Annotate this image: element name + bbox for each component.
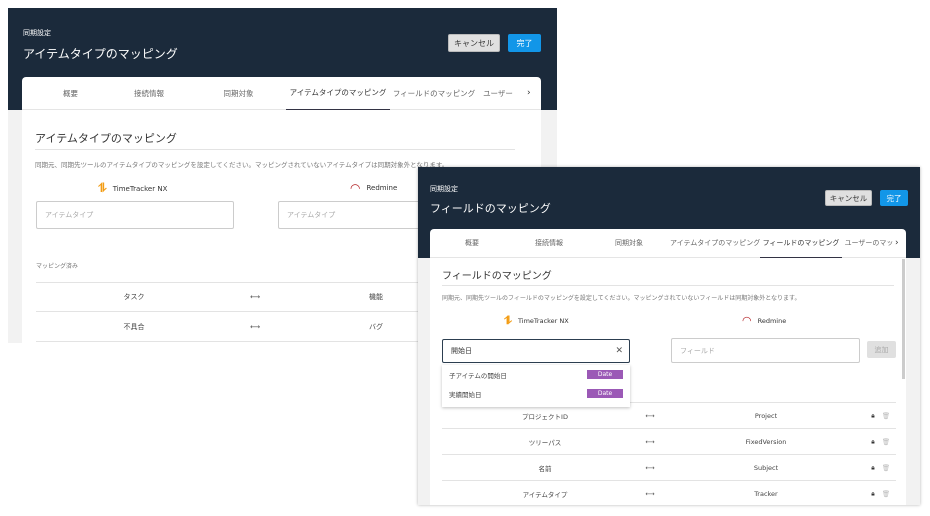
- redmine-logo-icon: ◠: [742, 314, 752, 327]
- description: 同期元、同期先ツールのフィールドのマッピングを設定してください。マッピングされて…: [442, 295, 801, 302]
- timetracker-logo-icon: ⥮: [504, 314, 512, 327]
- breadcrumb: 同期設定: [430, 185, 458, 193]
- suggestion-item[interactable]: 実績開始日: [449, 389, 482, 399]
- source-field: アイテムタイプ: [522, 490, 568, 499]
- add-button[interactable]: 追加: [867, 341, 896, 358]
- source-type: 不具合: [123, 322, 145, 331]
- lock-icon: 🔒︎: [871, 437, 875, 445]
- tab-field-mapping[interactable]: フィールドのマッピング: [760, 229, 842, 258]
- tab-user-mapping[interactable]: ユーザー: [478, 77, 518, 110]
- source-field: 名前: [538, 464, 552, 473]
- clear-icon[interactable]: ✕: [615, 346, 623, 356]
- lock-icon: 🔒︎: [871, 411, 875, 419]
- tab-overview[interactable]: 概要: [34, 77, 107, 110]
- source-field-input[interactable]: 開始日 ✕: [442, 339, 630, 363]
- trash-icon[interactable]: 🗑︎: [882, 412, 890, 420]
- source-tool: ⥮ TimeTracker NX: [98, 181, 167, 196]
- section-title: アイテムタイプのマッピング: [35, 132, 177, 145]
- tab-overview[interactable]: 概要: [434, 229, 510, 258]
- tab-bar: 概要 接続情報 同期対象 アイテムタイプのマッピング フィールドのマッピング ユ…: [430, 229, 906, 258]
- divider: [442, 285, 894, 286]
- tab-sync-target[interactable]: 同期対象: [588, 229, 670, 258]
- source-tool: ⥮ TimeTracker NX: [504, 314, 569, 328]
- tab-item-type-mapping[interactable]: アイテムタイプのマッピング: [670, 229, 760, 258]
- breadcrumb: 同期設定: [23, 29, 51, 37]
- description: 同期元、同期先ツールのアイテムタイプのマッピングを設定してください。マッピングさ…: [35, 161, 449, 169]
- source-type: タスク: [123, 293, 145, 301]
- type-badge: Date: [587, 370, 623, 379]
- target-field: Tracker: [754, 489, 778, 498]
- tab-user-mapping[interactable]: ユーザーのマッ: [842, 229, 896, 258]
- cancel-button[interactable]: キャンセル: [448, 34, 500, 52]
- source-tool-name: TimeTracker NX: [112, 184, 168, 193]
- mapping-row: タスク ⟷ 機能: [36, 283, 436, 312]
- tab-connection[interactable]: 接続情報: [510, 229, 588, 258]
- target-type: バグ: [369, 322, 383, 331]
- mapping-row: 不具合 ⟷ バグ: [36, 312, 436, 342]
- suggestion-item[interactable]: 子アイテムの開始日: [449, 370, 507, 380]
- source-field: ツリーパス: [528, 438, 562, 447]
- cancel-button[interactable]: キャンセル: [825, 190, 872, 206]
- lock-icon: 🔒︎: [871, 463, 875, 471]
- target-tool: ◠ Redmine: [742, 314, 786, 327]
- timetracker-logo-icon: ⥮: [98, 181, 107, 195]
- target-tool-name: Redmine: [366, 184, 398, 192]
- mapping-row: ツリーパス ⟷ FixedVersion 🔒︎ 🗑︎: [442, 429, 896, 455]
- bidirectional-arrow-icon: ⟷: [645, 463, 655, 472]
- bidirectional-arrow-icon: ⟷: [645, 489, 655, 498]
- trash-icon[interactable]: 🗑︎: [882, 438, 890, 446]
- chevron-right-icon[interactable]: ›: [895, 238, 899, 248]
- target-field: FixedVersion: [745, 437, 787, 446]
- lock-icon: 🔒︎: [871, 489, 875, 497]
- trash-icon[interactable]: 🗑︎: [882, 464, 890, 472]
- bidirectional-arrow-icon: ⟷: [645, 411, 655, 420]
- redmine-logo-icon: ◠: [350, 181, 361, 195]
- tab-field-mapping[interactable]: フィールドのマッピング: [390, 77, 478, 110]
- target-field: Project: [754, 411, 778, 420]
- source-field-value: 開始日: [451, 347, 472, 355]
- tab-connection[interactable]: 接続情報: [107, 77, 191, 110]
- suggestion-dropdown: 子アイテムの開始日 Date 実績開始日 Date: [442, 365, 630, 407]
- done-button[interactable]: 完了: [880, 190, 908, 206]
- bidirectional-arrow-icon: ⟷: [249, 293, 261, 301]
- page-title: アイテムタイプのマッピング: [23, 47, 178, 61]
- divider: [35, 149, 515, 150]
- content-card: 概要 接続情報 同期対象 アイテムタイプのマッピング フィールドのマッピング ユ…: [430, 229, 906, 505]
- target-field: Subject: [753, 463, 779, 472]
- bidirectional-arrow-icon: ⟷: [645, 437, 655, 446]
- section-title: フィールドのマッピング: [442, 271, 552, 282]
- scrollbar[interactable]: [902, 259, 905, 379]
- done-button[interactable]: 完了: [508, 34, 541, 52]
- target-tool: ◠ Redmine: [350, 181, 397, 195]
- page-title: フィールドのマッピング: [430, 202, 551, 215]
- type-badge: Date: [587, 389, 623, 398]
- tab-sync-target[interactable]: 同期対象: [191, 77, 286, 110]
- source-tool-name: TimeTracker NX: [518, 317, 569, 325]
- source-field: プロジェクトID: [522, 412, 568, 421]
- target-tool-name: Redmine: [757, 316, 787, 325]
- tab-bar: 概要 接続情報 同期対象 アイテムタイプのマッピング フィールドのマッピング ユ…: [22, 77, 541, 110]
- bidirectional-arrow-icon: ⟷: [249, 322, 261, 331]
- target-field-input[interactable]: フィールド: [671, 338, 860, 363]
- tab-item-type-mapping[interactable]: アイテムタイプのマッピング: [286, 77, 390, 110]
- field-mapping-window: 同期設定 フィールドのマッピング キャンセル 完了 概要 接続情報 同期対象 ア…: [418, 167, 920, 505]
- source-item-type-input[interactable]: アイテムタイプ: [36, 201, 234, 229]
- trash-icon[interactable]: 🗑︎: [882, 490, 890, 498]
- mapping-row: 名前 ⟷ Subject 🔒︎ 🗑︎: [442, 455, 896, 481]
- mapping-row: アイテムタイプ ⟷ Tracker 🔒︎ 🗑︎: [442, 481, 896, 505]
- target-type: 機能: [369, 293, 383, 301]
- chevron-right-icon[interactable]: ›: [527, 88, 531, 98]
- mapped-label: マッピング済み: [36, 263, 79, 270]
